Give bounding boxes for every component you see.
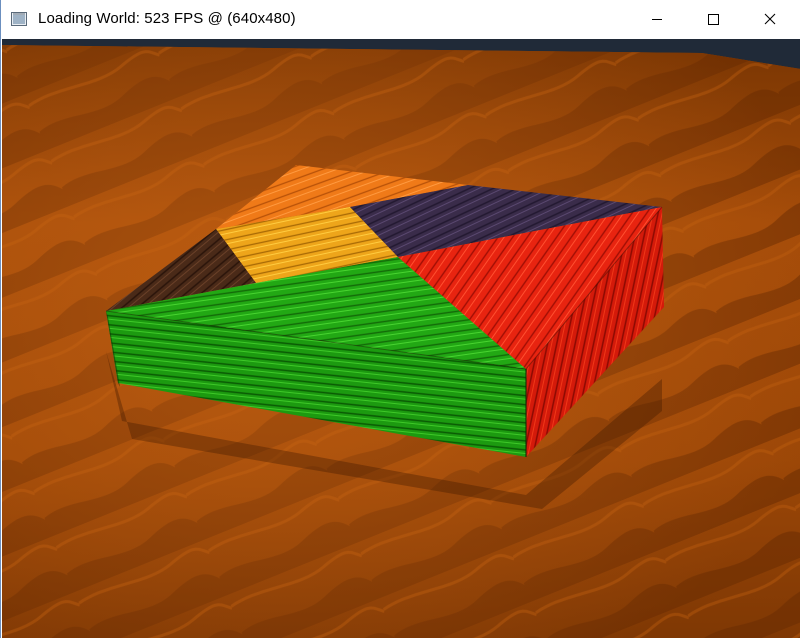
window-title: Loading World: 523 FPS @ (640x480) (38, 10, 296, 27)
minimize-icon (652, 19, 662, 20)
application-window: Loading World: 523 FPS @ (640x480) (0, 0, 800, 638)
title-bar[interactable]: Loading World: 523 FPS @ (640x480) (1, 0, 800, 39)
close-button[interactable] (747, 0, 793, 39)
minimize-button[interactable] (634, 0, 680, 39)
game-scene (2, 39, 800, 638)
application-window-icon[interactable] (11, 12, 27, 26)
game-viewport[interactable] (2, 39, 800, 638)
maximize-icon (708, 14, 719, 25)
maximize-button[interactable] (690, 0, 736, 39)
close-icon (764, 13, 776, 25)
